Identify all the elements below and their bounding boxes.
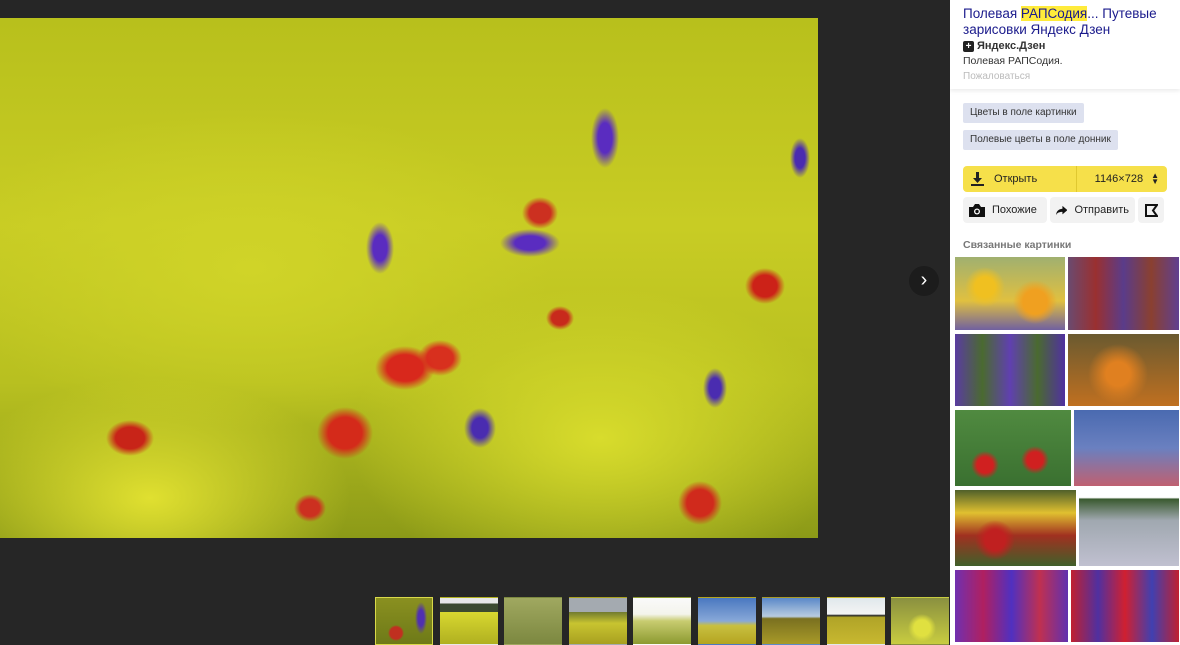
similar-label: Похожие (992, 204, 1037, 216)
download-icon (971, 172, 984, 186)
related-image[interactable] (955, 334, 1065, 406)
title-highlight: РАПСодия (1020, 6, 1088, 21)
related-images-grid (955, 257, 1179, 645)
related-images-heading: Связанные картинки (963, 239, 1072, 251)
thumbnail[interactable] (762, 597, 820, 645)
thumbnail[interactable] (504, 597, 562, 645)
bookmark-icon (1144, 203, 1158, 217)
image-viewer: › (0, 0, 950, 645)
collections-button[interactable] (1138, 197, 1164, 223)
related-image[interactable] (955, 410, 1071, 486)
size-label: 1146×728 (1094, 173, 1144, 185)
share-arrow-icon (1056, 205, 1068, 215)
thumbnail[interactable] (633, 597, 691, 645)
related-image[interactable] (955, 257, 1065, 330)
open-button[interactable]: Открыть (963, 166, 1077, 192)
page-title-link[interactable]: Полевая РАПСодия... Путевые зарисовки Ян… (963, 6, 1167, 38)
source-link[interactable]: + Яндекс.Дзен (963, 40, 1167, 52)
similar-button[interactable]: Похожие (963, 197, 1047, 223)
open-control: Открыть 1146×728 ▲ ▼ (963, 166, 1167, 192)
camera-icon (969, 203, 985, 217)
zen-logo-icon: + (963, 40, 974, 52)
tag-button[interactable]: Цветы в поле картинки (963, 103, 1084, 123)
thumbnail[interactable] (826, 597, 885, 645)
share-button[interactable]: Отправить (1050, 197, 1135, 223)
title-text: Полевая (963, 6, 1021, 21)
related-image[interactable] (955, 490, 1076, 566)
description: Полевая РАПСодия. (963, 55, 1063, 67)
related-image[interactable] (1068, 334, 1179, 406)
thumbnail[interactable] (568, 597, 627, 645)
tag-button[interactable]: Полевые цветы в поле донник (963, 130, 1118, 150)
thumbnail[interactable] (891, 597, 949, 645)
thumbnail[interactable] (697, 597, 756, 645)
related-image[interactable] (1079, 490, 1179, 566)
thumbnail[interactable] (375, 597, 433, 645)
chevron-right-icon: › (920, 269, 928, 291)
thumbnail[interactable] (439, 597, 498, 645)
related-image[interactable] (1074, 410, 1179, 486)
size-select[interactable]: 1146×728 ▲ ▼ (1077, 171, 1167, 186)
sort-arrows-icon: ▲ ▼ (1151, 171, 1159, 186)
related-image[interactable] (1071, 570, 1179, 642)
report-link[interactable]: Пожаловаться (963, 71, 1167, 82)
open-label: Открыть (994, 173, 1038, 185)
related-image[interactable] (1068, 257, 1179, 330)
related-image[interactable] (955, 570, 1068, 642)
share-label: Отправить (1074, 204, 1129, 216)
thumbnail-strip (375, 597, 949, 645)
main-image[interactable] (0, 18, 818, 538)
info-panel: Полевая РАПСодия... Путевые зарисовки Ян… (950, 0, 1180, 645)
tags: Цветы в поле картинки Полевые цветы в по… (950, 89, 1180, 156)
source-name: Яндекс.Дзен (977, 40, 1046, 52)
next-image-button[interactable]: › (909, 266, 939, 296)
